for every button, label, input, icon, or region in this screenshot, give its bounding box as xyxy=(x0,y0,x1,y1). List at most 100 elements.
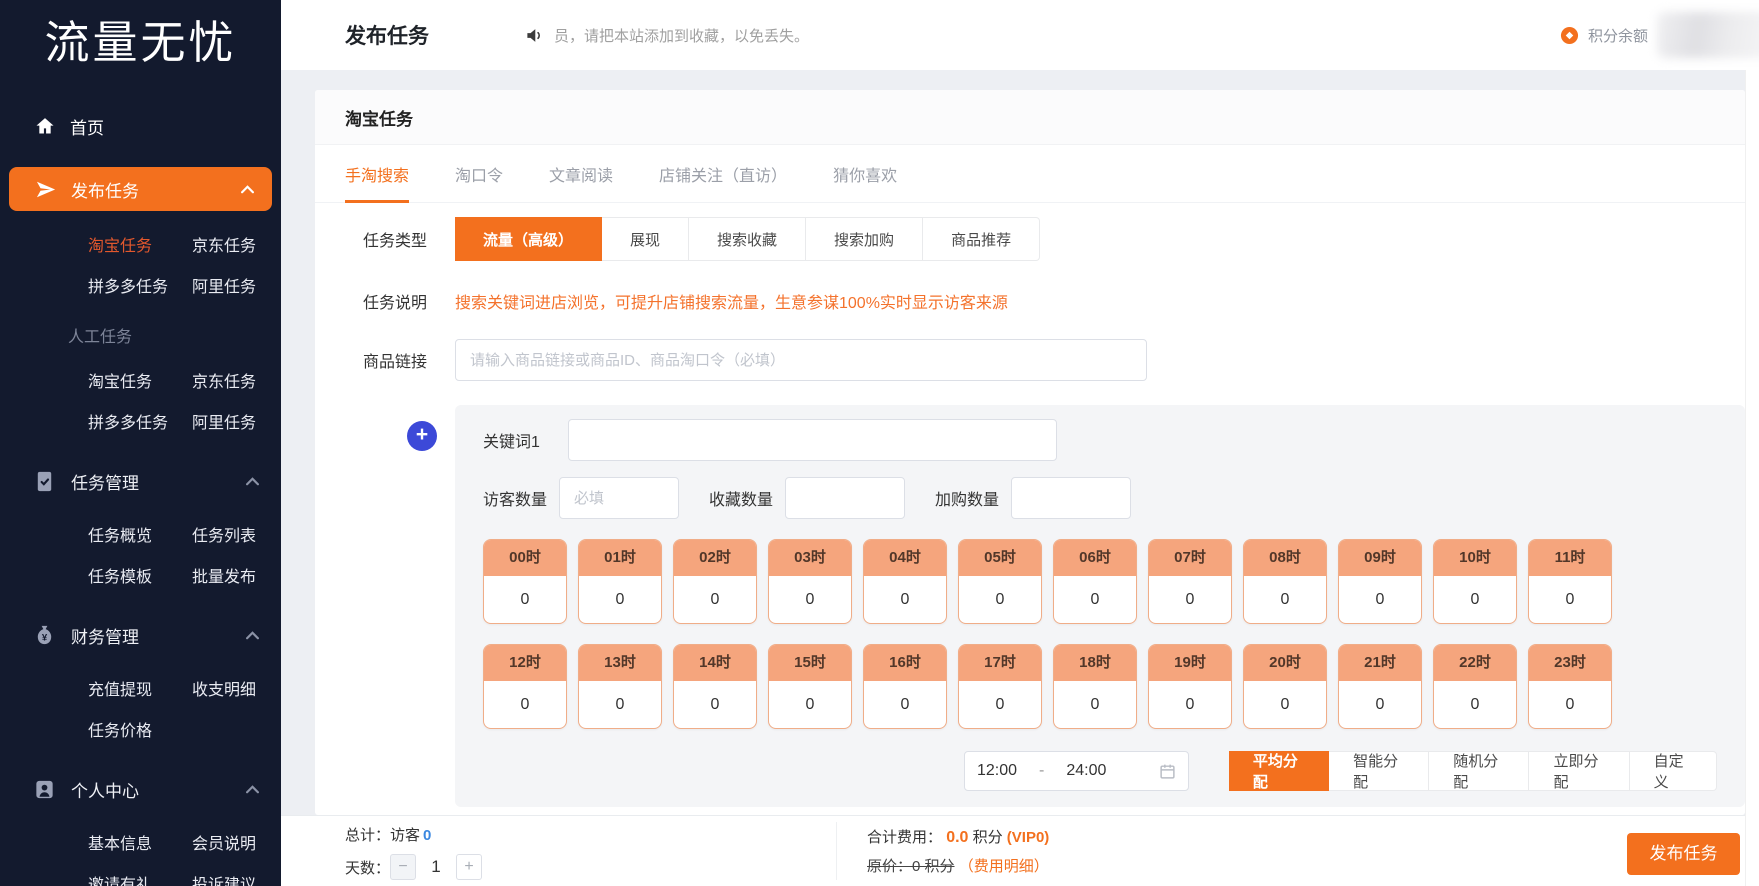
task-type-label: 任务类型 xyxy=(363,233,428,250)
tab[interactable]: 文章阅读 xyxy=(549,145,613,202)
distribution-option[interactable]: 自定义 xyxy=(1629,751,1718,791)
hour-cell: 06时 0 xyxy=(1053,539,1137,624)
sidebar-link-task-overview[interactable]: 任务概览 xyxy=(88,522,192,546)
chevron-up-icon xyxy=(246,784,259,794)
hour-cell: 10时 0 xyxy=(1433,539,1517,624)
hour-value-input[interactable]: 0 xyxy=(959,681,1041,728)
tab[interactable]: 淘口令 xyxy=(455,145,503,202)
hour-value-input[interactable]: 0 xyxy=(1244,576,1326,623)
sidebar-item-home[interactable]: 首页 xyxy=(0,105,281,147)
cart-qty-input[interactable] xyxy=(1011,477,1132,519)
hour-value-input[interactable]: 0 xyxy=(864,681,946,728)
favorite-qty-label: 收藏数量 xyxy=(709,492,774,509)
sidebar-link-ali-task[interactable]: 阿里任务 xyxy=(192,273,281,297)
task-type-options: 流量（高级） 展现 搜索收藏 搜索加购 商品推荐 xyxy=(455,217,1041,261)
sidebar-group-finance[interactable]: ¥ 财务管理 xyxy=(0,615,281,655)
sidebar-link-task-template[interactable]: 任务模板 xyxy=(88,563,192,587)
hour-value-input[interactable]: 0 xyxy=(769,576,851,623)
hour-value-input[interactable]: 0 xyxy=(674,576,756,623)
visitor-qty-label: 访客数量 xyxy=(483,492,548,509)
sidebar-link-membership[interactable]: 会员说明 xyxy=(192,830,281,854)
distribution-option[interactable]: 立即分配 xyxy=(1529,751,1630,791)
hour-value-input[interactable]: 0 xyxy=(769,681,851,728)
sidebar-link-income-expense[interactable]: 收支明细 xyxy=(192,676,281,700)
hour-label: 12时 xyxy=(484,645,566,681)
hour-cell: 19时 0 xyxy=(1148,644,1232,729)
publish-task-button[interactable]: 发布任务 xyxy=(1627,833,1740,875)
hour-value-input[interactable]: 0 xyxy=(579,681,661,728)
hour-value-input[interactable]: 0 xyxy=(959,576,1041,623)
task-type-option[interactable]: 流量（高级） xyxy=(455,217,603,261)
announcement-bar: 员，请把本站添加到收藏，以免丢失。 xyxy=(525,25,809,46)
hour-value-input[interactable]: 0 xyxy=(1434,681,1516,728)
favorite-qty-input[interactable] xyxy=(785,477,906,519)
hour-value-input[interactable]: 0 xyxy=(1434,576,1516,623)
task-type-option[interactable]: 展现 xyxy=(602,217,690,261)
hour-cell: 01时 0 xyxy=(578,539,662,624)
distribution-option[interactable]: 随机分配 xyxy=(1429,751,1530,791)
hour-value-input[interactable]: 0 xyxy=(1149,681,1231,728)
sidebar-link-manual-jd[interactable]: 京东任务 xyxy=(192,368,281,392)
hour-value-input[interactable]: 0 xyxy=(1054,576,1136,623)
hour-value-input[interactable]: 0 xyxy=(484,681,566,728)
product-link-label: 商品链接 xyxy=(363,354,428,371)
sidebar-group-profile[interactable]: 个人中心 xyxy=(0,769,281,809)
vip-badge: (VIP0) xyxy=(1006,829,1050,846)
hour-value-input[interactable]: 0 xyxy=(1529,681,1611,728)
visitor-qty-input[interactable] xyxy=(559,477,680,519)
sidebar-link-basic-info[interactable]: 基本信息 xyxy=(88,830,192,854)
hour-label: 16时 xyxy=(864,645,946,681)
time-separator: - xyxy=(1039,762,1045,779)
tab[interactable]: 手淘搜索 xyxy=(345,145,410,203)
sidebar-link-task-list[interactable]: 任务列表 xyxy=(192,522,281,546)
sidebar-link-invite[interactable]: 邀请有礼 xyxy=(88,871,192,886)
sidebar-link-manual-taobao[interactable]: 淘宝任务 xyxy=(88,368,192,392)
hour-value-input[interactable]: 0 xyxy=(864,576,946,623)
keyword-input[interactable] xyxy=(568,419,1057,461)
hour-value-input[interactable]: 0 xyxy=(674,681,756,728)
hour-value-input[interactable]: 0 xyxy=(1244,681,1326,728)
fee-detail-link[interactable]: （费用明细） xyxy=(959,858,1049,875)
days-value-input[interactable] xyxy=(418,854,455,880)
total-label: 总计：访客 xyxy=(345,827,421,844)
hour-value-input[interactable]: 0 xyxy=(1149,576,1231,623)
chevron-up-icon xyxy=(246,630,259,640)
task-type-option[interactable]: 商品推荐 xyxy=(923,217,1041,261)
sidebar-link-manual-pdd[interactable]: 拼多多任务 xyxy=(88,409,192,433)
distribution-option[interactable]: 平均分配 xyxy=(1228,751,1330,791)
hour-value-input[interactable]: 0 xyxy=(1054,681,1136,728)
paper-plane-icon xyxy=(35,179,56,200)
task-type-option[interactable]: 搜索加购 xyxy=(806,217,924,261)
hour-cell: 11时 0 xyxy=(1528,539,1612,624)
hour-cell: 13时 0 xyxy=(578,644,662,729)
hour-value-input[interactable]: 0 xyxy=(484,576,566,623)
announcement-text: 员，请把本站添加到收藏，以免丢失。 xyxy=(554,27,810,45)
sidebar-link-task-price[interactable]: 任务价格 xyxy=(88,717,192,741)
keyword-section: + 关键词1 访客数量 收藏数量 加购数量 xyxy=(407,405,1745,807)
days-decrement-button[interactable]: − xyxy=(390,854,417,880)
days-increment-button[interactable]: + xyxy=(456,854,483,880)
add-keyword-button[interactable]: + xyxy=(407,421,437,451)
sidebar-link-feedback[interactable]: 投诉建议 xyxy=(192,871,281,886)
distribution-option[interactable]: 智能分配 xyxy=(1329,751,1430,791)
hour-value-input[interactable]: 0 xyxy=(1529,576,1611,623)
sidebar-link-jd-task[interactable]: 京东任务 xyxy=(192,232,281,256)
tab[interactable]: 店铺关注（直访） xyxy=(659,145,787,202)
sidebar-group-task-management[interactable]: 任务管理 xyxy=(0,461,281,501)
sidebar-link-batch-publish[interactable]: 批量发布 xyxy=(192,563,281,587)
sidebar-link-recharge-withdraw[interactable]: 充值提现 xyxy=(88,676,192,700)
sidebar-group-publish[interactable]: 发布任务 xyxy=(9,167,272,211)
task-type-option[interactable]: 搜索收藏 xyxy=(689,217,807,261)
hour-value-input[interactable]: 0 xyxy=(579,576,661,623)
hour-value-input[interactable]: 0 xyxy=(1339,576,1421,623)
tab[interactable]: 猜你喜欢 xyxy=(833,145,897,202)
hour-label: 03时 xyxy=(769,540,851,576)
task-type-row: 任务类型 流量（高级） 展现 搜索收藏 搜索加购 商品推荐 xyxy=(363,217,1745,261)
scrollbar[interactable] xyxy=(1745,70,1759,886)
hour-value-input[interactable]: 0 xyxy=(1339,681,1421,728)
sidebar-link-taobao-task[interactable]: 淘宝任务 xyxy=(88,232,192,256)
sidebar-link-pdd-task[interactable]: 拼多多任务 xyxy=(88,273,192,297)
time-range-picker[interactable]: 12:00 - 24:00 xyxy=(964,751,1189,791)
sidebar-link-manual-ali[interactable]: 阿里任务 xyxy=(192,409,281,433)
product-link-input[interactable] xyxy=(455,339,1147,381)
